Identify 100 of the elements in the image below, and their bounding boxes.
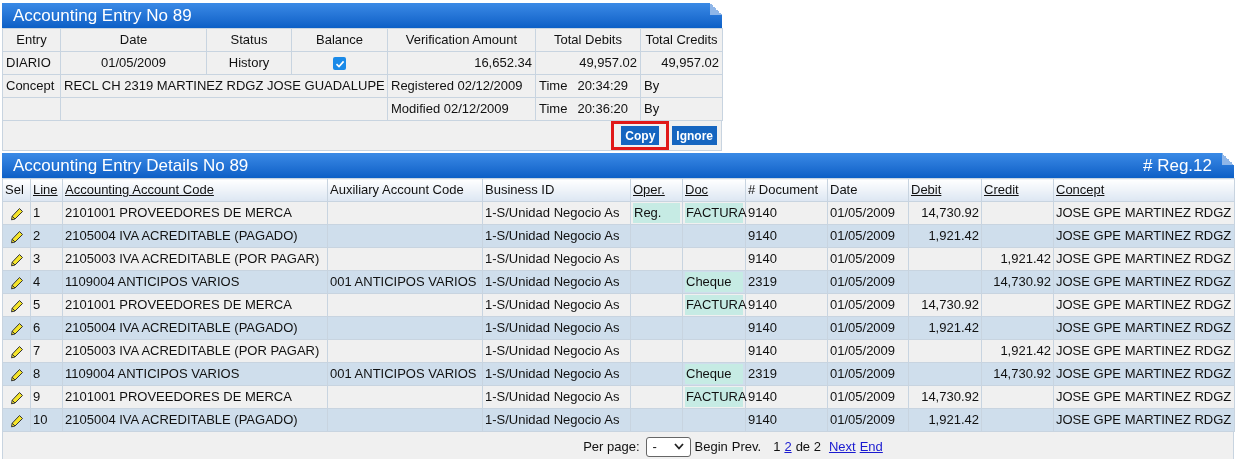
pencil-icon[interactable]	[9, 298, 24, 313]
per-page-select[interactable]: -	[645, 436, 691, 457]
table-cell: JOSE GPE MARTINEZ RDGZ	[1053, 224, 1235, 248]
table-cell: 001 ANTICIPOS VARIOS	[327, 270, 483, 294]
table-cell: JOSE GPE MARTINEZ RDGZ	[1053, 201, 1235, 225]
action-button[interactable]: Ignore	[672, 126, 717, 145]
table-cell: 01/05/2009	[827, 408, 909, 432]
column-header: Total Debits	[535, 28, 641, 52]
table-cell: 1,921.42	[908, 316, 982, 340]
table-cell: 14,730.92	[908, 385, 982, 409]
table-cell: 2105004 IVA ACREDITABLE (PAGADO)	[62, 316, 328, 340]
pager-text: de 2	[795, 437, 821, 456]
select-value: -	[652, 437, 657, 456]
time-label: Time	[539, 101, 568, 117]
page-link[interactable]: 2	[784, 436, 792, 457]
pencil-icon[interactable]	[9, 275, 24, 290]
table-cell: 7	[30, 339, 63, 363]
table-cell: 1-S/Unidad Negocio As	[482, 362, 631, 386]
table-cell: 1	[30, 201, 63, 225]
table-cell: 01/05/2009	[827, 385, 909, 409]
table-cell: 8	[30, 362, 63, 386]
table-cell: 2105003 IVA ACREDITABLE (POR PAGAR)	[62, 339, 328, 363]
column-header: Total Credits	[640, 28, 723, 52]
table-cell: 2105003 IVA ACREDITABLE (POR PAGAR)	[62, 247, 328, 271]
table-cell: JOSE GPE MARTINEZ RDGZ	[1053, 247, 1235, 271]
table-cell: 2101001 PROVEEDORES DE MERCA	[62, 293, 328, 317]
pencil-icon[interactable]	[9, 252, 24, 267]
table-cell: 2105004 IVA ACREDITABLE (PAGADO)	[62, 224, 328, 248]
table-cell: 1,921.42	[908, 408, 982, 432]
column-header: Date	[830, 182, 858, 198]
pencil-icon[interactable]	[9, 390, 24, 405]
column-header: Status	[206, 28, 292, 52]
column-header: Sel	[5, 182, 24, 198]
tag-cell: Cheque	[685, 272, 743, 292]
pencil-icon[interactable]	[9, 206, 24, 221]
pencil-icon[interactable]	[9, 413, 24, 428]
table-cell: 1-S/Unidad Negocio As	[482, 339, 631, 363]
table-cell: 2319	[745, 362, 828, 386]
table-cell: 01/05/2009	[60, 51, 207, 75]
table-cell: 1-S/Unidad Negocio As	[482, 385, 631, 409]
table-cell: 1-S/Unidad Negocio As	[482, 316, 631, 340]
pencil-icon[interactable]	[9, 321, 24, 336]
next-link[interactable]: Next	[828, 436, 856, 457]
table-cell: 2101001 PROVEEDORES DE MERCA	[62, 385, 328, 409]
table-cell: 1-S/Unidad Negocio As	[482, 408, 631, 432]
pencil-icon[interactable]	[9, 229, 24, 244]
per-page-label: Per page:	[583, 437, 640, 456]
table-cell: Concept	[2, 74, 61, 98]
table-cell: 9140	[745, 224, 828, 248]
table-cell: JOSE GPE MARTINEZ RDGZ	[1053, 385, 1235, 409]
table-cell: 1109004 ANTICIPOS VARIOS	[62, 270, 328, 294]
time-value: 20:34:29	[577, 78, 628, 94]
table-cell: 10	[30, 408, 63, 432]
table-cell: JOSE GPE MARTINEZ RDGZ	[1053, 339, 1235, 363]
table-cell: 1-S/Unidad Negocio As	[482, 247, 631, 271]
table-cell: 2319	[745, 270, 828, 294]
table-cell: JOSE GPE MARTINEZ RDGZ	[1053, 408, 1235, 432]
column-header: Balance	[291, 28, 388, 52]
panel-title: Accounting Entry No 89	[13, 7, 192, 24]
table-cell: 01/05/2009	[827, 339, 909, 363]
table-cell: 01/05/2009	[827, 247, 909, 271]
table-cell: 9140	[745, 316, 828, 340]
panel-title: Accounting Entry Details No 89	[13, 157, 249, 174]
pager-text: Prev.	[731, 437, 762, 456]
table-cell: 1-S/Unidad Negocio As	[482, 224, 631, 248]
table-cell: 1,921.42	[981, 247, 1054, 271]
column-header: Auxiliary Account Code	[330, 182, 464, 198]
balance-checkbox[interactable]	[333, 57, 346, 71]
page-link[interactable]: 1	[773, 436, 781, 457]
table-cell: 4	[30, 270, 63, 294]
table-cell: 01/05/2009	[827, 362, 909, 386]
table-cell: 9140	[745, 339, 828, 363]
table-cell: JOSE GPE MARTINEZ RDGZ	[1053, 362, 1235, 386]
time-value: 20:36:20	[577, 101, 628, 117]
action-button[interactable]: Copy	[621, 126, 660, 146]
table-cell: 3	[30, 247, 63, 271]
table-cell: By	[640, 97, 723, 121]
column-header: Date	[60, 28, 207, 52]
sort-link[interactable]: Concept	[1056, 182, 1105, 198]
table-cell: 49,957.02	[535, 51, 641, 75]
table-cell: 1-S/Unidad Negocio As	[482, 270, 631, 294]
table-cell: 1-S/Unidad Negocio As	[482, 293, 631, 317]
pencil-icon[interactable]	[9, 344, 24, 359]
table-cell: 01/05/2009	[827, 224, 909, 248]
table-cell: 9140	[745, 408, 828, 432]
table-cell: JOSE GPE MARTINEZ RDGZ	[1053, 293, 1235, 317]
end-link[interactable]: End	[859, 436, 883, 457]
table-cell: 1,921.42	[981, 339, 1054, 363]
table-cell: 01/05/2009	[827, 293, 909, 317]
table-cell: History	[206, 51, 292, 75]
table-cell: 2101001 PROVEEDORES DE MERCA	[62, 201, 328, 225]
table-cell: 01/05/2009	[827, 316, 909, 340]
table-cell: 14,730.92	[981, 362, 1054, 386]
table-cell: 2105004 IVA ACREDITABLE (PAGADO)	[62, 408, 328, 432]
column-header: # Document	[748, 182, 819, 198]
table-cell: By	[640, 74, 723, 98]
column-header: Verification Amount	[387, 28, 536, 52]
pencil-icon[interactable]	[9, 367, 24, 382]
table-cell: 1109004 ANTICIPOS VARIOS	[62, 362, 328, 386]
table-cell: JOSE GPE MARTINEZ RDGZ	[1053, 316, 1235, 340]
